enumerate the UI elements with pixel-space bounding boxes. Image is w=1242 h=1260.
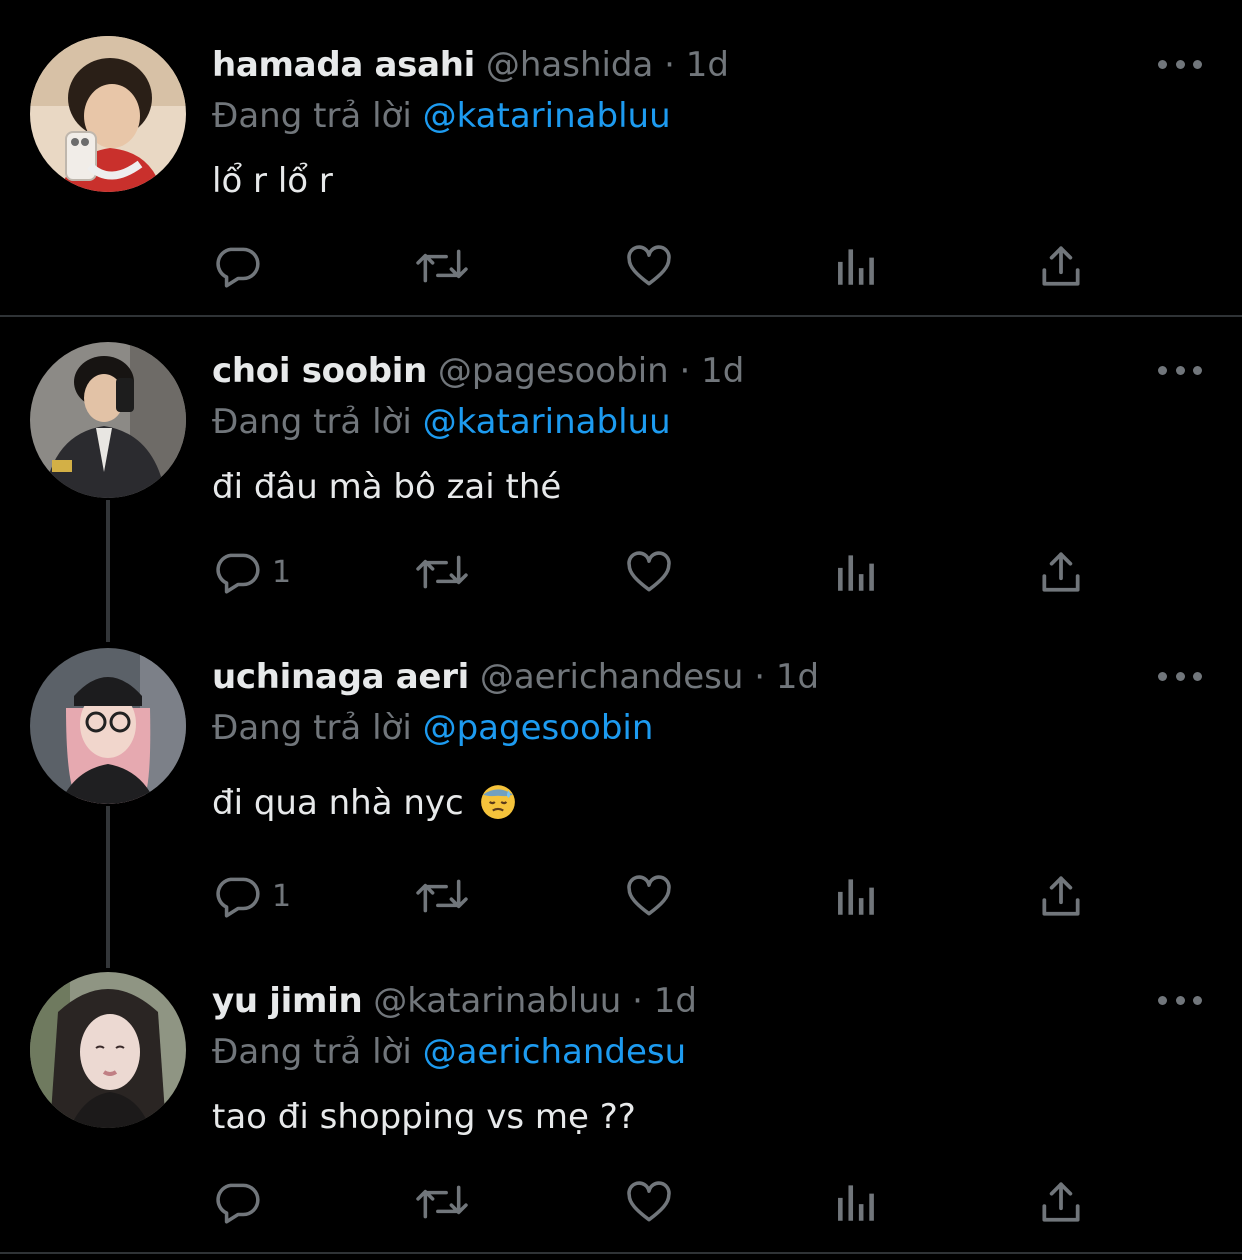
tweet-text: đi đâu mà bô zai thé [212,467,562,507]
like-icon [627,551,671,592]
mention-link[interactable]: @katarinabluu [423,402,671,442]
avatar[interactable] [30,342,186,498]
reply-button[interactable]: 1 [212,544,291,600]
tweet-text: tao đi shopping vs mẹ ?? [212,1097,636,1137]
display-name[interactable]: hamada asahi [212,45,475,85]
replying-to: Đang trả lời @pagesoobin [212,703,653,753]
like-button[interactable] [624,1174,674,1230]
share-button[interactable] [1036,1174,1086,1230]
tweet[interactable]: choi soobin @pagesoobin · 1d Đang trả lờ… [0,318,1242,624]
reply-count: 1 [272,554,292,590]
reply-icon [216,553,260,594]
action-bar: 1 [212,544,1112,600]
handle[interactable]: @hashida [486,45,654,85]
like-icon [627,875,671,916]
views-icon [838,879,874,915]
views-button[interactable] [832,1174,882,1230]
more-icon[interactable] [1158,54,1202,74]
avatar[interactable] [30,972,186,1128]
views-button[interactable] [832,544,882,600]
more-icon[interactable] [1158,990,1202,1010]
like-button[interactable] [624,238,674,294]
share-icon [1042,1182,1080,1222]
share-button[interactable] [1036,868,1086,924]
downcast-sweat-face-icon [480,785,515,819]
like-button[interactable] [624,868,674,924]
share-icon [1042,246,1080,286]
reply-icon [216,877,260,918]
display-name[interactable]: choi soobin [212,351,427,391]
retweet-button[interactable] [414,868,470,924]
more-icon[interactable] [1158,360,1202,380]
replying-to-label: Đang trả lời [212,96,412,136]
reply-button[interactable]: 1 [212,868,291,924]
like-button[interactable] [624,544,674,600]
timestamp[interactable]: 1d [686,45,729,85]
handle[interactable]: @pagesoobin [438,351,669,391]
retweet-button[interactable] [414,238,470,294]
views-icon [838,1185,874,1221]
retweet-icon [416,555,468,589]
views-button[interactable] [832,868,882,924]
replying-to-label: Đang trả lời [212,1032,412,1072]
action-bar [212,238,1112,294]
timestamp[interactable]: 1d [654,981,697,1021]
timestamp[interactable]: 1d [701,351,744,391]
display-name[interactable]: uchinaga aeri [212,657,469,697]
divider [0,315,1242,317]
action-bar [212,1174,1112,1230]
tweet-header: uchinaga aeri @aerichandesu · 1d [212,652,819,702]
divider [0,1252,1242,1254]
reply-button[interactable] [212,1174,272,1230]
replying-to-label: Đang trả lời [212,708,412,748]
reply-count: 1 [272,878,292,914]
like-icon [627,1181,671,1222]
retweet-icon [416,249,468,283]
tweet-text: lổ r lổ r [212,161,333,201]
tweet-header: yu jimin @katarinabluu · 1d [212,976,697,1026]
replying-to: Đang trả lời @katarinabluu [212,91,671,141]
tweet-text-container: đi qua nhà nyc [212,778,517,828]
action-bar: 1 [212,868,1112,924]
timestamp[interactable]: 1d [776,657,819,697]
retweet-icon [416,879,468,913]
avatar[interactable] [30,36,186,192]
retweet-icon [416,1185,468,1219]
reply-icon [216,1183,260,1224]
replying-to: Đang trả lời @katarinabluu [212,397,671,447]
mention-link[interactable]: @aerichandesu [423,1032,687,1072]
views-icon [838,249,874,285]
share-icon [1042,552,1080,592]
separator-dot: · [632,981,643,1021]
views-icon [838,555,874,591]
handle[interactable]: @katarinabluu [373,981,621,1021]
share-button[interactable] [1036,238,1086,294]
tweet-header: hamada asahi @hashida · 1d [212,40,729,90]
mention-link[interactable]: @katarinabluu [423,96,671,136]
tweet[interactable]: uchinaga aeri @aerichandesu · 1d Đang tr… [0,624,1242,948]
views-button[interactable] [832,238,882,294]
share-button[interactable] [1036,544,1086,600]
share-icon [1042,876,1080,916]
tweet[interactable]: hamada asahi @hashida · 1d Đang trả lời … [0,0,1242,316]
replying-to: Đang trả lời @aerichandesu [212,1027,686,1077]
handle[interactable]: @aerichandesu [480,657,744,697]
avatar[interactable] [30,648,186,804]
tweet[interactable]: yu jimin @katarinabluu · 1d Đang trả lời… [0,948,1242,1252]
reply-button[interactable] [212,238,272,294]
reply-icon [216,247,260,288]
tweet-header: choi soobin @pagesoobin · 1d [212,346,744,396]
separator-dot: · [664,45,675,85]
like-icon [627,245,671,286]
separator-dot: · [679,351,691,391]
tweet-text: đi qua nhà nyc [212,783,464,823]
retweet-button[interactable] [414,544,470,600]
replying-to-label: Đang trả lời [212,402,412,442]
more-icon[interactable] [1158,666,1202,686]
mention-link[interactable]: @pagesoobin [423,708,654,748]
retweet-button[interactable] [414,1174,470,1230]
display-name[interactable]: yu jimin [212,981,363,1021]
separator-dot: · [754,657,766,697]
